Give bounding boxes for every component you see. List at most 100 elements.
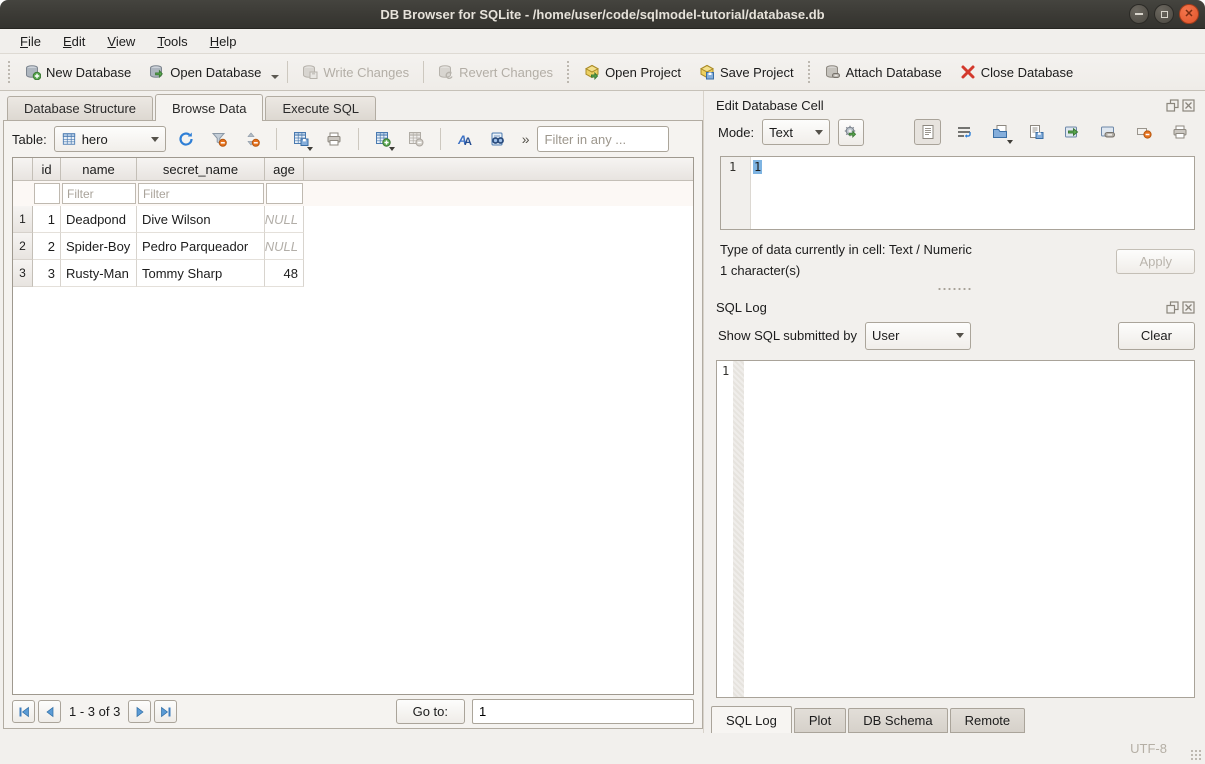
column-header-age[interactable]: age: [265, 158, 304, 180]
filter-input-age[interactable]: [266, 183, 303, 204]
cell-secret-name[interactable]: Tommy Sharp: [137, 260, 265, 287]
toolbar-overflow-chevron[interactable]: »: [522, 131, 530, 147]
cell-secret-name[interactable]: Dive Wilson: [137, 206, 265, 233]
save-project-button[interactable]: Save Project: [691, 60, 802, 84]
close-database-label: Close Database: [981, 65, 1074, 80]
tab-sql-log[interactable]: SQL Log: [711, 706, 792, 733]
insert-record-button[interactable]: [370, 126, 396, 152]
column-header-secret-name[interactable]: secret_name: [137, 158, 265, 180]
goto-record-input[interactable]: [472, 699, 694, 724]
toolbar-grip[interactable]: [7, 60, 12, 84]
table-row[interactable]: 1 1 Deadpond Dive Wilson NULL: [13, 206, 693, 233]
apply-data-button[interactable]: [1058, 119, 1085, 145]
new-database-button[interactable]: New Database: [17, 60, 139, 84]
filter-any-column-input[interactable]: [537, 126, 669, 152]
open-database-button[interactable]: Open Database: [141, 60, 269, 84]
clear-sorting-button[interactable]: [239, 126, 265, 152]
filter-input-secret-name[interactable]: [138, 183, 264, 204]
sql-log-content[interactable]: [744, 361, 1194, 697]
sql-source-select[interactable]: User: [865, 322, 971, 350]
last-record-button[interactable]: [154, 700, 177, 723]
cell-name[interactable]: Spider-Boy: [61, 233, 137, 260]
attach-database-button[interactable]: Attach Database: [817, 60, 950, 84]
splitter-handle: [937, 287, 971, 291]
grid-corner-cell[interactable]: [13, 158, 33, 180]
column-header-name[interactable]: name: [61, 158, 137, 180]
tab-browse-data[interactable]: Browse Data: [155, 94, 263, 121]
cell-name[interactable]: Deadpond: [61, 206, 137, 233]
open-project-button[interactable]: Open Project: [576, 60, 689, 84]
row-number[interactable]: 2: [13, 233, 33, 260]
toolbar-separator: [276, 128, 277, 150]
cell-age[interactable]: NULL: [265, 233, 304, 260]
cell-id[interactable]: 1: [33, 206, 61, 233]
find-in-table-button[interactable]: [485, 126, 511, 152]
save-table-button[interactable]: [288, 126, 314, 152]
cell-name[interactable]: Rusty-Man: [61, 260, 137, 287]
mode-select[interactable]: Text: [762, 119, 830, 145]
next-record-button[interactable]: [128, 700, 151, 723]
cell-id[interactable]: 3: [33, 260, 61, 287]
menu-edit[interactable]: Edit: [53, 32, 95, 51]
menu-file[interactable]: File: [10, 32, 51, 51]
minimize-button[interactable]: [1129, 4, 1149, 24]
table-row[interactable]: 3 3 Rusty-Man Tommy Sharp 48: [13, 260, 693, 287]
first-record-button[interactable]: [12, 700, 35, 723]
close-button[interactable]: ✕: [1179, 4, 1199, 24]
horizontal-splitter[interactable]: [710, 282, 1197, 296]
clear-filters-icon: [211, 131, 227, 147]
menu-help[interactable]: Help: [200, 32, 247, 51]
cell-age[interactable]: 48: [265, 260, 304, 287]
table-row[interactable]: 2 2 Spider-Boy Pedro Parqueador NULL: [13, 233, 693, 260]
clear-filters-button[interactable]: [206, 126, 232, 152]
tab-database-structure[interactable]: Database Structure: [7, 96, 153, 120]
maximize-button[interactable]: [1154, 4, 1174, 24]
open-database-dropdown-caret[interactable]: [271, 75, 279, 79]
column-header-id[interactable]: id: [33, 158, 61, 180]
grid-empty-area: [13, 287, 693, 694]
close-dock-icon[interactable]: [1182, 301, 1195, 314]
previous-record-button[interactable]: [38, 700, 61, 723]
row-number[interactable]: 3: [13, 260, 33, 287]
cell-editor[interactable]: 1 1: [720, 156, 1195, 230]
text-mode-button[interactable]: [914, 119, 941, 145]
link-cell-button[interactable]: [1094, 119, 1121, 145]
float-dock-icon[interactable]: [1166, 99, 1179, 112]
sql-log-editor[interactable]: 1: [716, 360, 1195, 698]
export-cell-button[interactable]: [1022, 119, 1049, 145]
toolbar-separator: [440, 128, 441, 150]
font-settings-button[interactable]: AA: [452, 126, 478, 152]
tab-remote[interactable]: Remote: [950, 708, 1026, 733]
word-wrap-button[interactable]: [950, 119, 977, 145]
main-toolbar: New Database Open Database Write Changes…: [0, 54, 1205, 91]
row-number[interactable]: 1: [13, 206, 33, 233]
cell-editor-content[interactable]: 1: [751, 157, 1194, 229]
tab-db-schema[interactable]: DB Schema: [848, 708, 947, 733]
print-button[interactable]: [321, 126, 347, 152]
edit-cell-toolbar: Mode: Text: [710, 115, 1197, 149]
cell-secret-name[interactable]: Pedro Parqueador: [137, 233, 265, 260]
menu-tools[interactable]: Tools: [147, 32, 197, 51]
tab-plot[interactable]: Plot: [794, 708, 846, 733]
table-select[interactable]: hero: [54, 126, 166, 152]
encoding-indicator[interactable]: UTF-8: [1130, 741, 1167, 756]
close-database-button[interactable]: Close Database: [952, 60, 1082, 84]
goto-button[interactable]: Go to:: [396, 699, 465, 724]
toolbar-grip[interactable]: [807, 60, 812, 84]
set-null-button[interactable]: [1130, 119, 1157, 145]
tab-execute-sql[interactable]: Execute SQL: [265, 96, 376, 120]
menu-view[interactable]: View: [97, 32, 145, 51]
cell-id[interactable]: 2: [33, 233, 61, 260]
print-cell-button[interactable]: [1166, 119, 1193, 145]
cell-age[interactable]: NULL: [265, 206, 304, 233]
import-cell-button[interactable]: [986, 119, 1013, 145]
toolbar-grip[interactable]: [566, 60, 571, 84]
close-dock-icon[interactable]: [1182, 99, 1195, 112]
resize-grip[interactable]: [1190, 749, 1202, 761]
refresh-button[interactable]: [173, 126, 199, 152]
clear-log-button[interactable]: Clear: [1118, 322, 1195, 350]
auto-switch-mode-button[interactable]: [838, 119, 864, 146]
filter-input-id[interactable]: [34, 183, 60, 204]
filter-input-name[interactable]: [62, 183, 136, 204]
float-dock-icon[interactable]: [1166, 301, 1179, 314]
